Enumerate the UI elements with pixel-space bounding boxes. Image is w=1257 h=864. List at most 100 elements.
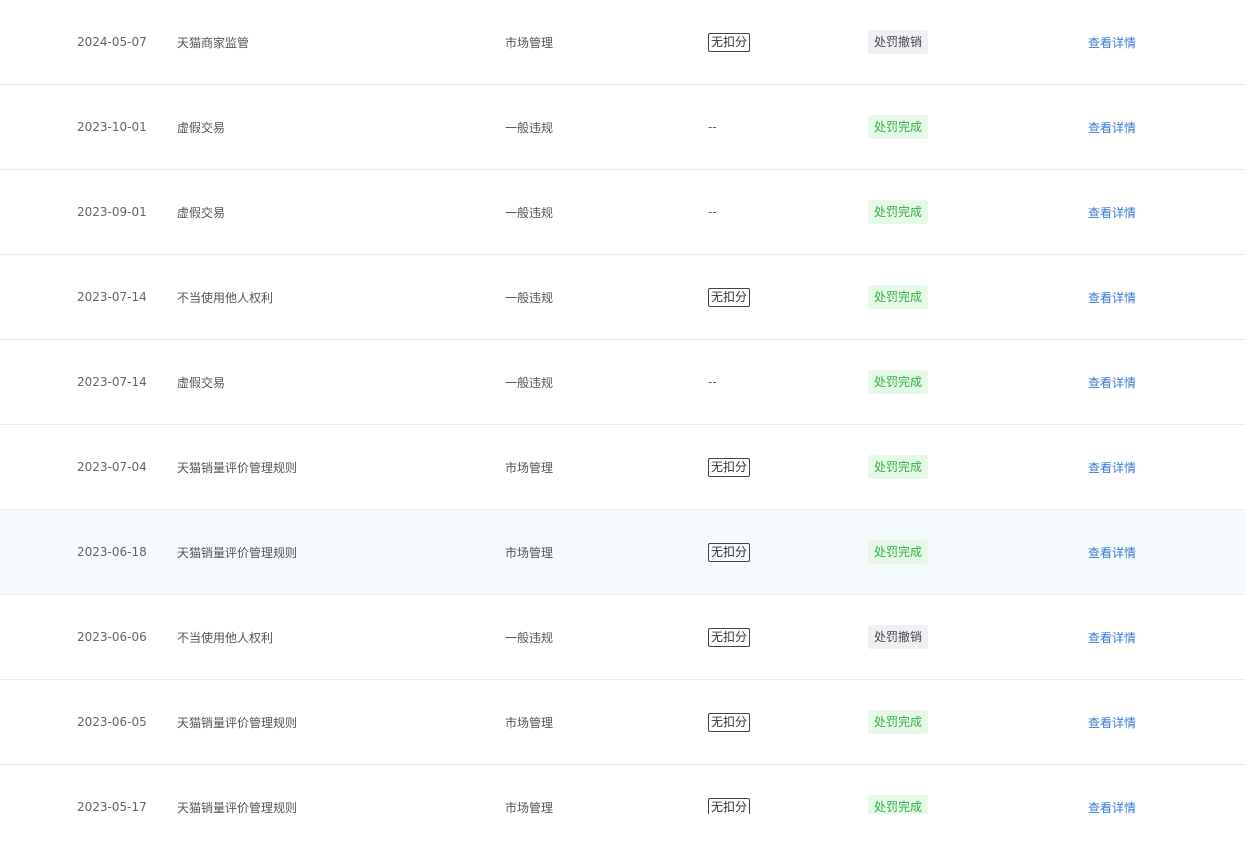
violation-type: 一般违规 — [505, 120, 554, 135]
score-cell: 无扣分 — [708, 255, 751, 339]
action-cell: 查看详情 — [1088, 680, 1136, 764]
table-row: 2024-05-07 天猫商家监管 市场管理 无扣分 处罚撤销 查看详情 — [0, 0, 1245, 85]
action-cell: 查看详情 — [1088, 170, 1136, 254]
violation-name: 天猫商家监管 — [177, 35, 250, 50]
status-cell: 处罚完成 — [868, 765, 929, 814]
status-badge: 处罚撤销 — [868, 30, 929, 54]
score-cell: -- — [708, 340, 717, 424]
violation-name: 不当使用他人权利 — [177, 630, 274, 645]
status-badge: 处罚完成 — [868, 455, 929, 479]
action-cell: 查看详情 — [1088, 510, 1136, 594]
violation-name: 虚假交易 — [177, 120, 226, 135]
status-cell: 处罚撤销 — [868, 595, 929, 679]
score-badge: 无扣分 — [708, 797, 751, 814]
status-badge: 处罚完成 — [868, 370, 929, 394]
score-cell: -- — [708, 170, 717, 254]
status-cell: 处罚完成 — [868, 255, 929, 339]
table-row-hovered: 2023-06-18 天猫销量评价管理规则 市场管理 无扣分 处罚完成 查看详情 — [0, 510, 1245, 595]
violation-name: 虚假交易 — [177, 205, 226, 220]
violation-name: 天猫销量评价管理规则 — [177, 800, 298, 815]
violation-type: 市场管理 — [505, 460, 554, 475]
violation-name: 虚假交易 — [177, 375, 226, 390]
record-date: 2023-06-05 — [77, 715, 147, 729]
violation-name: 天猫销量评价管理规则 — [177, 460, 298, 475]
score-badge: 无扣分 — [708, 627, 751, 647]
table-row: 2023-07-04 天猫销量评价管理规则 市场管理 无扣分 处罚完成 查看详情 — [0, 425, 1245, 510]
score-badge: 无扣分 — [708, 457, 751, 477]
record-date: 2023-07-14 — [77, 290, 147, 304]
view-details-link[interactable]: 查看详情 — [1088, 459, 1136, 476]
status-badge: 处罚完成 — [868, 540, 929, 564]
record-date: 2023-05-17 — [77, 800, 147, 814]
violation-type: 市场管理 — [505, 800, 554, 815]
score-badge: 无扣分 — [708, 712, 751, 732]
status-badge: 处罚完成 — [868, 795, 929, 814]
score-cell: 无扣分 — [708, 680, 751, 764]
view-details-link[interactable]: 查看详情 — [1088, 289, 1136, 306]
record-date: 2023-07-14 — [77, 375, 147, 389]
violation-type: 市场管理 — [505, 35, 554, 50]
score-cell: 无扣分 — [708, 0, 751, 84]
score-cell: 无扣分 — [708, 765, 751, 814]
violation-name: 天猫销量评价管理规则 — [177, 545, 298, 560]
score-text: -- — [708, 375, 717, 389]
action-cell: 查看详情 — [1088, 765, 1136, 815]
score-cell: -- — [708, 85, 717, 169]
table-row: 2023-06-06 不当使用他人权利 一般违规 无扣分 处罚撤销 查看详情 — [0, 595, 1245, 680]
record-date: 2024-05-07 — [77, 35, 147, 49]
record-date: 2023-06-18 — [77, 545, 147, 559]
action-cell: 查看详情 — [1088, 425, 1136, 509]
view-details-link[interactable]: 查看详情 — [1088, 204, 1136, 221]
score-text: -- — [708, 120, 717, 134]
action-cell: 查看详情 — [1088, 85, 1136, 169]
status-cell: 处罚完成 — [868, 680, 929, 764]
score-badge: 无扣分 — [708, 542, 751, 562]
action-cell: 查看详情 — [1088, 0, 1136, 84]
violation-type: 一般违规 — [505, 630, 554, 645]
table-row: 2023-06-05 天猫销量评价管理规则 市场管理 无扣分 处罚完成 查看详情 — [0, 680, 1245, 765]
score-badge: 无扣分 — [708, 287, 751, 307]
view-details-link[interactable]: 查看详情 — [1088, 544, 1136, 561]
table-row: 2023-05-17 天猫销量评价管理规则 市场管理 无扣分 处罚完成 查看详情 — [0, 765, 1245, 814]
record-date: 2023-10-01 — [77, 120, 147, 134]
view-details-link[interactable]: 查看详情 — [1088, 34, 1136, 51]
status-badge: 处罚完成 — [868, 115, 929, 139]
table-row: 2023-07-14 虚假交易 一般违规 -- 处罚完成 查看详情 — [0, 340, 1245, 425]
table-row: 2023-09-01 虚假交易 一般违规 -- 处罚完成 查看详情 — [0, 170, 1245, 255]
score-cell: 无扣分 — [708, 595, 751, 679]
violation-records-table: 2024-05-07 天猫商家监管 市场管理 无扣分 处罚撤销 查看详情 202… — [0, 0, 1245, 814]
action-cell: 查看详情 — [1088, 255, 1136, 339]
view-details-link[interactable]: 查看详情 — [1088, 714, 1136, 731]
score-cell: 无扣分 — [708, 510, 751, 594]
status-badge: 处罚完成 — [868, 285, 929, 309]
record-date: 2023-06-06 — [77, 630, 147, 644]
violation-name: 天猫销量评价管理规则 — [177, 715, 298, 730]
record-date: 2023-07-04 — [77, 460, 147, 474]
status-cell: 处罚完成 — [868, 340, 929, 424]
table-row: 2023-07-14 不当使用他人权利 一般违规 无扣分 处罚完成 查看详情 — [0, 255, 1245, 340]
status-cell: 处罚完成 — [868, 85, 929, 169]
status-cell: 处罚撤销 — [868, 0, 929, 84]
status-badge: 处罚完成 — [868, 200, 929, 224]
action-cell: 查看详情 — [1088, 340, 1136, 424]
view-details-link[interactable]: 查看详情 — [1088, 374, 1136, 391]
violation-type: 一般违规 — [505, 205, 554, 220]
violation-type: 市场管理 — [505, 715, 554, 730]
view-details-link[interactable]: 查看详情 — [1088, 799, 1136, 815]
action-cell: 查看详情 — [1088, 595, 1136, 679]
status-badge: 处罚完成 — [868, 710, 929, 734]
violation-type: 市场管理 — [505, 545, 554, 560]
violation-type: 一般违规 — [505, 375, 554, 390]
view-details-link[interactable]: 查看详情 — [1088, 629, 1136, 646]
status-cell: 处罚完成 — [868, 170, 929, 254]
table-row: 2023-10-01 虚假交易 一般违规 -- 处罚完成 查看详情 — [0, 85, 1245, 170]
score-badge: 无扣分 — [708, 32, 751, 52]
status-cell: 处罚完成 — [868, 510, 929, 594]
status-badge: 处罚撤销 — [868, 625, 929, 649]
record-date: 2023-09-01 — [77, 205, 147, 219]
score-cell: 无扣分 — [708, 425, 751, 509]
view-details-link[interactable]: 查看详情 — [1088, 119, 1136, 136]
score-text: -- — [708, 205, 717, 219]
violation-name: 不当使用他人权利 — [177, 290, 274, 305]
status-cell: 处罚完成 — [868, 425, 929, 509]
